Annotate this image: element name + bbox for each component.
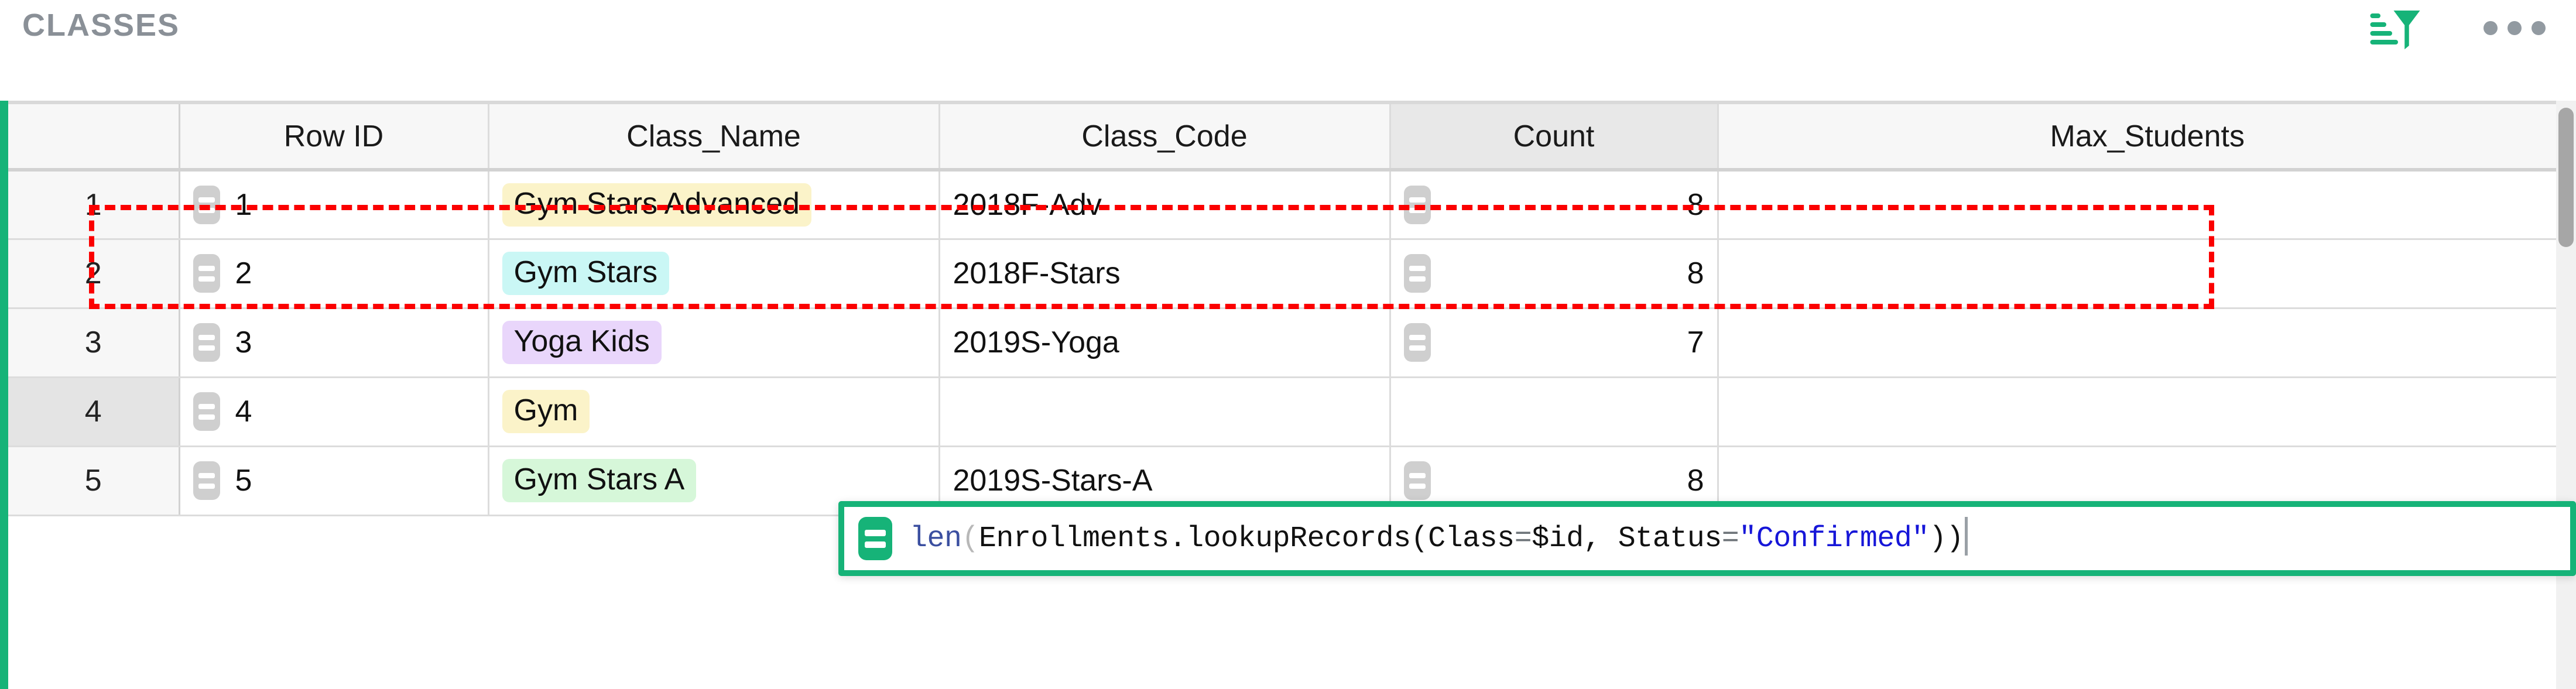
table-header-row: Row ID Class_Name Class_Code Count Max_S… — [8, 104, 2576, 172]
cell-class-code[interactable]: 2018F-Adv — [939, 170, 1391, 240]
formula-input[interactable]: len(Enrollments.lookupRecords(Class=$id,… — [910, 517, 1968, 558]
table-row[interactable]: 4 4 Gym — [8, 377, 2576, 447]
formula-token-close-parens: )) — [1928, 522, 1964, 556]
cell-value: 4 — [235, 395, 252, 429]
table-row[interactable]: 3 3 Yoga Kids 2019S-Yoga 7 — [8, 308, 2576, 378]
column-header-class-name[interactable]: Class_Name — [488, 104, 940, 172]
column-header-corner[interactable] — [8, 104, 180, 172]
cell-class-name[interactable]: Gym Stars Advanced — [488, 170, 940, 240]
row-number[interactable]: 4 — [8, 377, 180, 447]
cell-value: 5 — [235, 464, 252, 498]
cell-class-code[interactable]: 2018F-Stars — [939, 239, 1391, 309]
cell-max-students[interactable] — [1718, 377, 2576, 447]
formula-token-string: "Confirmed" — [1739, 522, 1929, 556]
cell-class-name[interactable]: Yoga Kids — [488, 308, 940, 378]
grist-grid-view: CLASSES Row ID Class_Name Class_Code Cou… — [0, 0, 2576, 689]
formula-token-lookup: Enrollments.lookupRecords(Class — [979, 522, 1515, 556]
formula-token-equals-1: = — [1514, 522, 1532, 556]
row-number[interactable]: 3 — [8, 308, 180, 378]
formula-token-equals-2: = — [1721, 522, 1739, 556]
formula-equals-icon — [193, 323, 220, 362]
cell-max-students[interactable] — [1718, 308, 2576, 378]
column-header-count[interactable]: Count — [1390, 104, 1719, 172]
cell-count[interactable]: 7 — [1390, 308, 1719, 378]
value-chip: Gym — [502, 390, 590, 433]
table-row[interactable]: 2 2 Gym Stars 2018F-Stars 8 — [8, 239, 2576, 309]
cell-class-name[interactable]: Gym — [488, 377, 940, 447]
cell-count[interactable]: 8 — [1390, 239, 1719, 309]
table-row[interactable]: 1 1 Gym Stars Advanced 2018F-Adv 8 — [8, 170, 2576, 240]
cell-max-students[interactable] — [1718, 170, 2576, 240]
value-chip: Gym Stars — [502, 252, 670, 295]
formula-equals-icon — [193, 254, 220, 293]
value-chip: Yoga Kids — [502, 321, 662, 364]
column-header-class-code[interactable]: Class_Code — [939, 104, 1391, 172]
value-chip: Gym Stars Advanced — [502, 183, 811, 227]
cell-max-students[interactable] — [1718, 239, 2576, 309]
formula-editor-popup[interactable]: len(Enrollments.lookupRecords(Class=$id,… — [838, 501, 2576, 576]
cell-value: 8 — [1687, 256, 1704, 290]
formula-equals-icon — [193, 185, 220, 224]
cell-value: 8 — [1687, 187, 1704, 222]
row-number[interactable]: 1 — [8, 170, 180, 240]
cell-value: 1 — [235, 187, 252, 222]
cell-count[interactable]: 8 — [1390, 170, 1719, 240]
more-options-icon[interactable] — [2480, 7, 2549, 49]
classes-table: Row ID Class_Name Class_Code Count Max_S… — [8, 104, 2576, 516]
formula-token-function: len — [910, 522, 962, 556]
cell-row-id[interactable]: 5 — [179, 446, 489, 516]
text-cursor — [1964, 517, 1968, 556]
vertical-scrollbar-thumb[interactable] — [2558, 108, 2574, 247]
formula-equals-icon — [1403, 185, 1431, 224]
sort-filter-icon[interactable] — [2369, 5, 2421, 52]
cell-row-id[interactable]: 1 — [179, 170, 489, 240]
section-header-tools — [2369, 5, 2549, 52]
cell-class-name[interactable]: Gym Stars — [488, 239, 940, 309]
formula-equals-icon — [1403, 323, 1431, 362]
formula-equals-icon — [858, 517, 892, 560]
formula-token-open-paren: ( — [961, 522, 979, 556]
formula-equals-icon — [1403, 461, 1431, 500]
value-chip: Gym Stars A — [502, 459, 697, 502]
section-header: CLASSES — [0, 0, 2576, 101]
cell-value: 3 — [235, 325, 252, 359]
column-header-max-students[interactable]: Max_Students — [1718, 104, 2576, 172]
cell-value: 2 — [235, 256, 252, 290]
cell-value: 8 — [1687, 464, 1704, 498]
grid-left-accent-bar — [0, 101, 8, 689]
table-body: 1 1 Gym Stars Advanced 2018F-Adv 8 2 2 G… — [8, 170, 2576, 516]
page-title: CLASSES — [22, 8, 180, 43]
row-number[interactable]: 5 — [8, 446, 180, 516]
formula-equals-icon — [193, 461, 220, 500]
formula-token-args: $id, Status — [1532, 522, 1722, 556]
data-grid: Row ID Class_Name Class_Code Count Max_S… — [0, 98, 2576, 689]
formula-equals-icon — [193, 392, 220, 431]
cell-row-id[interactable]: 3 — [179, 308, 489, 378]
cell-value: 7 — [1687, 325, 1704, 359]
cell-class-code[interactable]: 2019S-Yoga — [939, 308, 1391, 378]
cell-class-code[interactable] — [939, 377, 1391, 447]
cell-row-id[interactable]: 2 — [179, 239, 489, 309]
cell-row-id[interactable]: 4 — [179, 377, 489, 447]
formula-equals-icon — [1403, 254, 1431, 293]
column-header-row-id[interactable]: Row ID — [179, 104, 489, 172]
cell-count[interactable] — [1390, 377, 1719, 447]
row-number[interactable]: 2 — [8, 239, 180, 309]
